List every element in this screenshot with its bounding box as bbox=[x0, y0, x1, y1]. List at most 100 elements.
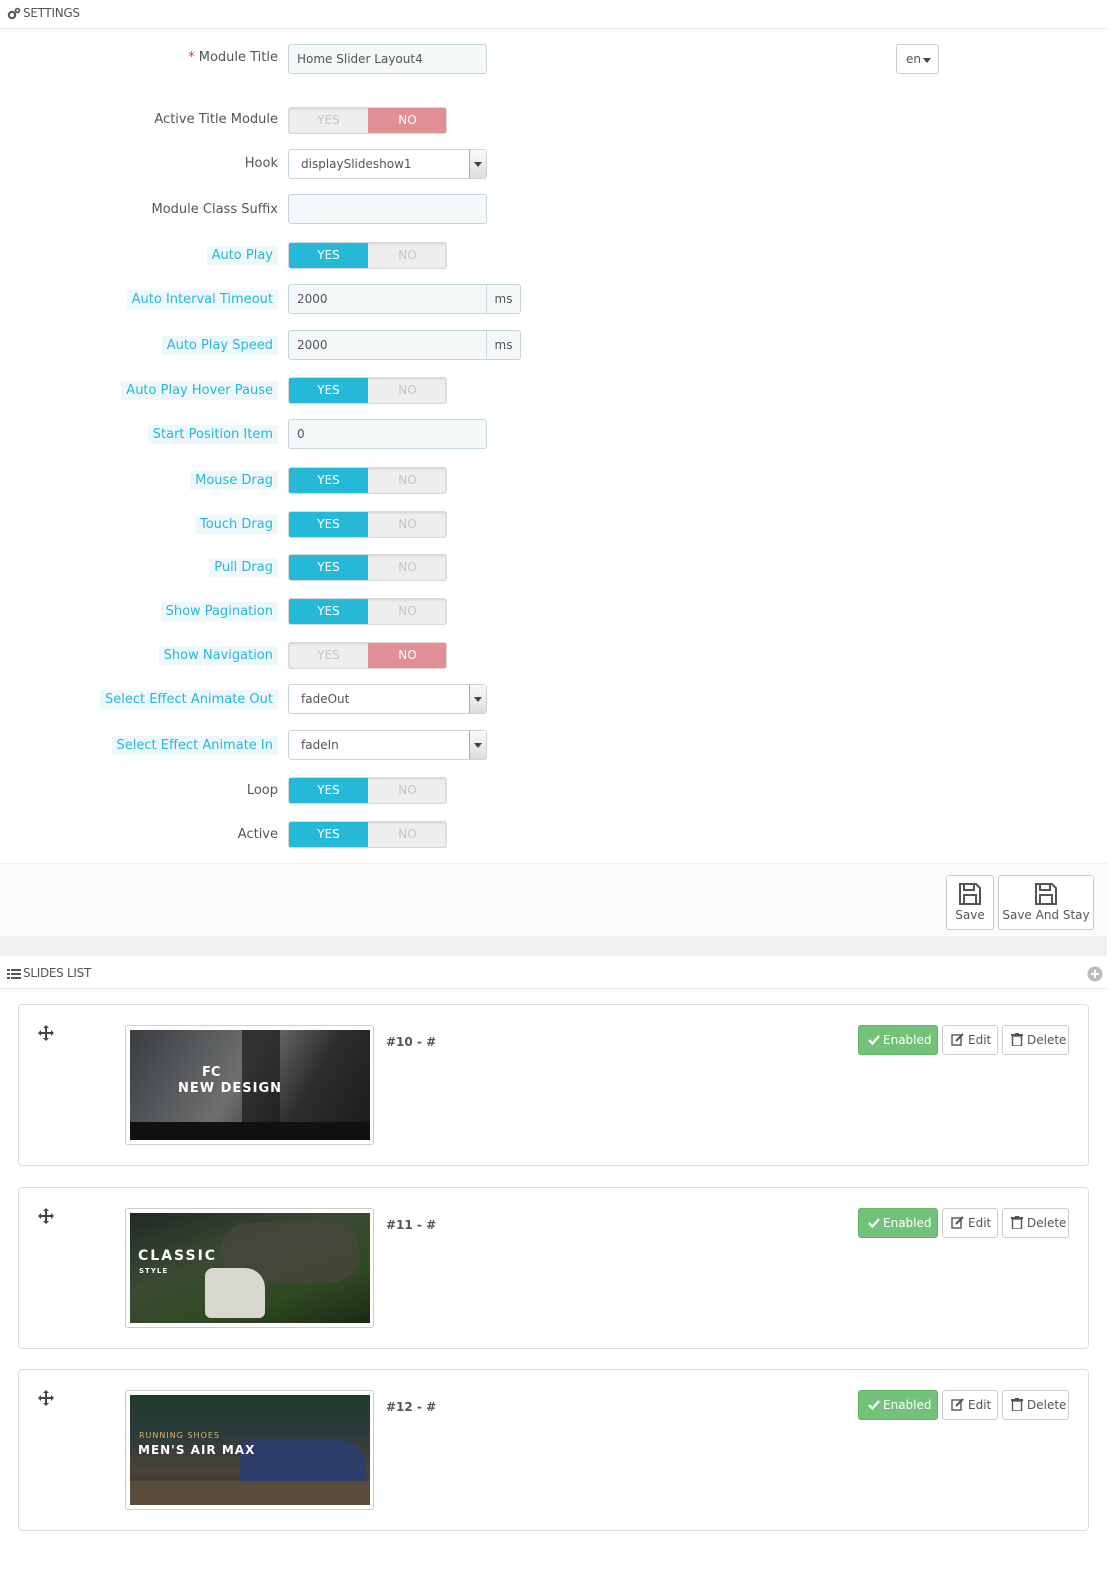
active-switch[interactable]: YES NO bbox=[288, 821, 447, 848]
loop-switch[interactable]: YES NO bbox=[288, 777, 447, 804]
switch-yes[interactable]: YES bbox=[289, 599, 368, 624]
slide-thumbnail: RUNNING SHOES MEN'S AIR MAX bbox=[125, 1390, 374, 1510]
mouse-drag-switch[interactable]: YES NO bbox=[288, 467, 447, 494]
switch-no[interactable]: NO bbox=[368, 243, 446, 268]
active-label-row: Active bbox=[0, 821, 278, 851]
save-icon bbox=[1035, 883, 1057, 905]
switch-yes[interactable]: YES bbox=[289, 643, 368, 668]
mouse-drag-label: Mouse Drag bbox=[190, 471, 278, 490]
edit-button[interactable]: Edit bbox=[942, 1390, 998, 1420]
start-position-item-input[interactable]: 0 bbox=[288, 419, 487, 449]
show-navigation-label-row: Show Navigation bbox=[0, 642, 278, 672]
check-icon bbox=[868, 1400, 880, 1411]
slide-thumbnail: CLASSIC STYLE bbox=[125, 1208, 374, 1328]
trash-icon bbox=[1011, 1033, 1023, 1046]
switch-no[interactable]: NO bbox=[368, 512, 446, 537]
trash-icon bbox=[1011, 1398, 1023, 1411]
hook-label: Hook bbox=[244, 156, 278, 171]
slide-image-text: STYLE bbox=[139, 1267, 169, 1275]
delete-button[interactable]: Delete bbox=[1002, 1208, 1069, 1238]
switch-yes[interactable]: YES bbox=[289, 555, 368, 580]
check-icon bbox=[868, 1035, 880, 1046]
switch-no[interactable]: NO bbox=[368, 555, 446, 580]
panel-separator bbox=[0, 936, 1107, 956]
auto-interval-timeout-input[interactable]: 2000 bbox=[288, 284, 487, 314]
enabled-button[interactable]: Enabled bbox=[858, 1208, 938, 1238]
select-effect-animate-out-label-row: Select Effect Animate Out bbox=[0, 686, 278, 716]
module-class-suffix-input[interactable] bbox=[288, 194, 487, 224]
save-and-stay-button[interactable]: Save And Stay bbox=[998, 875, 1094, 930]
auto-play-label-row: Auto Play bbox=[0, 242, 278, 272]
slide-id: #10 - # bbox=[386, 1035, 437, 1049]
slide-image: CLASSIC STYLE bbox=[130, 1213, 370, 1323]
module-class-suffix-label-row: Module Class Suffix bbox=[0, 196, 279, 226]
move-icon[interactable] bbox=[38, 1390, 54, 1406]
switch-no[interactable]: NO bbox=[368, 378, 446, 403]
auto-play-label: Auto Play bbox=[206, 246, 278, 265]
active-title-module-switch[interactable]: YES NO bbox=[288, 107, 447, 134]
select-arrow-icon bbox=[469, 731, 486, 759]
auto-interval-timeout-label: Auto Interval Timeout bbox=[126, 290, 278, 309]
switch-yes[interactable]: YES bbox=[289, 378, 368, 403]
active-title-module-label: Active Title Module bbox=[154, 112, 278, 127]
switch-no[interactable]: NO bbox=[368, 643, 446, 668]
slide-id: #11 - # bbox=[386, 1218, 437, 1232]
animate-in-select[interactable]: fadeIn bbox=[288, 730, 487, 760]
add-slide-icon[interactable] bbox=[1087, 966, 1103, 982]
switch-yes[interactable]: YES bbox=[289, 512, 368, 537]
list-icon bbox=[7, 969, 21, 979]
edit-button[interactable]: Edit bbox=[942, 1025, 998, 1055]
loop-label-row: Loop bbox=[0, 777, 278, 807]
slide-image-text: FC bbox=[202, 1065, 221, 1080]
start-position-item-label-row: Start Position Item bbox=[0, 421, 278, 451]
slide-image-text: CLASSIC bbox=[138, 1248, 218, 1264]
switch-no[interactable]: NO bbox=[368, 599, 446, 624]
slide-item: FC NEW DESIGN #10 - # Enabled Edit Delet… bbox=[18, 1004, 1089, 1166]
slide-image-text: NEW DESIGN bbox=[178, 1081, 283, 1096]
switch-yes[interactable]: YES bbox=[289, 468, 368, 493]
touch-drag-label-row: Touch Drag bbox=[0, 511, 278, 541]
module-class-suffix-label: Module Class Suffix bbox=[151, 202, 279, 217]
delete-button[interactable]: Delete bbox=[1002, 1390, 1069, 1420]
slide-item: RUNNING SHOES MEN'S AIR MAX #12 - # Enab… bbox=[18, 1369, 1089, 1531]
move-icon[interactable] bbox=[38, 1025, 54, 1041]
start-position-item-label: Start Position Item bbox=[147, 425, 278, 444]
switch-yes[interactable]: YES bbox=[289, 243, 368, 268]
select-effect-animate-in-label: Select Effect Animate In bbox=[111, 736, 278, 755]
switch-no[interactable]: NO bbox=[368, 778, 446, 803]
touch-drag-switch[interactable]: YES NO bbox=[288, 511, 447, 538]
enabled-button[interactable]: Enabled bbox=[858, 1390, 938, 1420]
check-icon bbox=[868, 1218, 880, 1229]
switch-no[interactable]: NO bbox=[368, 108, 446, 133]
switch-no[interactable]: NO bbox=[368, 468, 446, 493]
show-navigation-switch[interactable]: YES NO bbox=[288, 642, 447, 669]
settings-panel-heading: SETTINGS bbox=[0, 0, 1107, 29]
switch-yes[interactable]: YES bbox=[289, 822, 368, 847]
save-button[interactable]: Save bbox=[946, 875, 994, 930]
auto-play-switch[interactable]: YES NO bbox=[288, 242, 447, 269]
auto-play-speed-label: Auto Play Speed bbox=[161, 336, 278, 355]
hook-label-row: Hook bbox=[0, 150, 278, 180]
switch-no[interactable]: NO bbox=[368, 822, 446, 847]
mouse-drag-label-row: Mouse Drag bbox=[0, 467, 278, 497]
slide-image-text: RUNNING SHOES bbox=[139, 1431, 220, 1440]
edit-button[interactable]: Edit bbox=[942, 1208, 998, 1238]
shoe-shape bbox=[240, 1440, 365, 1485]
slide-id: #12 - # bbox=[386, 1400, 437, 1414]
module-title-input[interactable]: Home Slider Layout4 bbox=[288, 44, 487, 74]
select-arrow-icon bbox=[469, 150, 486, 178]
show-pagination-switch[interactable]: YES NO bbox=[288, 598, 447, 625]
move-icon[interactable] bbox=[38, 1208, 54, 1224]
hook-select[interactable]: displaySlideshow1 bbox=[288, 149, 487, 179]
delete-button[interactable]: Delete bbox=[1002, 1025, 1069, 1055]
auto-play-speed-input[interactable]: 2000 bbox=[288, 330, 487, 360]
required-mark: * bbox=[188, 50, 195, 65]
slides-list-heading: SLIDES LIST bbox=[0, 960, 1107, 989]
enabled-button[interactable]: Enabled bbox=[858, 1025, 938, 1055]
auto-play-hover-pause-switch[interactable]: YES NO bbox=[288, 377, 447, 404]
switch-yes[interactable]: YES bbox=[289, 778, 368, 803]
animate-out-select[interactable]: fadeOut bbox=[288, 684, 487, 714]
pull-drag-switch[interactable]: YES NO bbox=[288, 554, 447, 581]
switch-yes[interactable]: YES bbox=[289, 108, 368, 133]
language-dropdown[interactable]: en bbox=[896, 44, 939, 74]
